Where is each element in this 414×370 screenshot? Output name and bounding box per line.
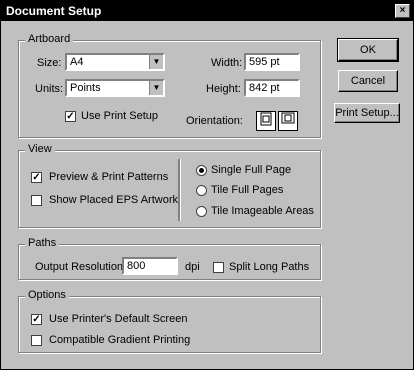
dpi-label: dpi [185,261,200,273]
orientation-label: Orientation: [186,115,243,127]
width-input[interactable]: 595 pt [244,53,300,71]
split-long-paths-checkbox[interactable] [213,262,224,273]
ok-button[interactable]: OK [337,38,399,62]
chevron-down-icon[interactable]: ▼ [149,55,163,69]
view-divider [178,159,181,221]
close-button[interactable]: × [395,4,410,18]
portrait-page-icon [260,112,272,126]
height-input[interactable]: 842 pt [244,79,300,97]
show-placed-eps-checkbox[interactable] [31,195,42,206]
use-print-setup-label: Use Print Setup [81,110,159,122]
tile-full-pages-radio[interactable] [196,185,207,196]
printers-default-screen-checkbox[interactable]: ✓ [31,314,42,325]
landscape-page-icon [281,112,295,124]
compatible-gradient-label: Compatible Gradient Printing [49,334,191,346]
size-select[interactable]: A4 ▼ [65,53,165,71]
units-label: Units: [35,83,64,95]
single-full-page-radio[interactable] [196,165,207,176]
tile-imageable-areas-radio[interactable] [196,206,207,217]
options-legend: Options [25,289,69,301]
width-label: Width: [211,57,243,69]
view-legend: View [25,143,55,155]
use-print-setup-checkbox[interactable]: ✓ [65,111,76,122]
height-label: Height: [206,83,241,95]
show-placed-eps-label: Show Placed EPS Artwork [49,194,179,206]
output-resolution-label: Output Resolution: [35,261,127,273]
tile-imageable-areas-label: Tile Imageable Areas [211,205,314,217]
preview-print-patterns-checkbox[interactable]: ✓ [31,172,42,183]
output-resolution-input[interactable]: 800 [122,257,178,275]
preview-print-patterns-label: Preview & Print Patterns [49,171,169,183]
artboard-legend: Artboard [25,33,74,45]
cancel-button[interactable]: Cancel [338,70,398,92]
document-setup-dialog: Document Setup × Artboard Size: A4 ▼ Uni… [0,0,414,370]
title-bar: Document Setup × [1,1,413,21]
split-long-paths-label: Split Long Paths [229,261,310,273]
units-value: Points [70,82,101,94]
paths-legend: Paths [25,237,60,249]
printers-default-screen-label: Use Printer's Default Screen [49,313,188,325]
size-label: Size: [37,57,62,69]
single-full-page-label: Single Full Page [211,164,292,176]
size-value: A4 [70,56,84,68]
portrait-orientation-button[interactable] [256,111,276,131]
tile-full-pages-label: Tile Full Pages [211,184,284,196]
print-setup-button[interactable]: Print Setup... [334,103,400,123]
chevron-down-icon[interactable]: ▼ [149,81,163,95]
dialog-title: Document Setup [6,4,102,18]
compatible-gradient-checkbox[interactable] [31,335,42,346]
units-select[interactable]: Points ▼ [65,79,165,97]
landscape-orientation-button[interactable] [278,111,298,131]
